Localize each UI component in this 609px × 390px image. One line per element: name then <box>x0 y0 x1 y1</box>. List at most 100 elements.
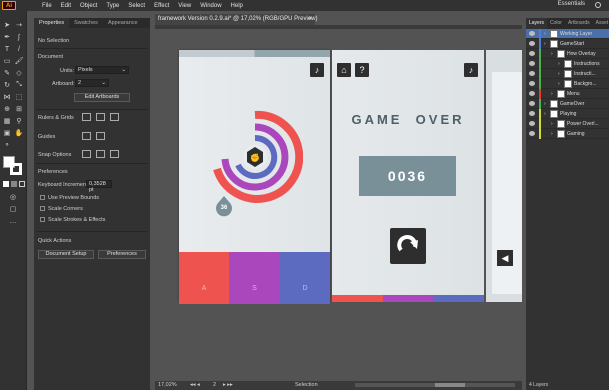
menu-effect[interactable]: Effect <box>154 3 169 9</box>
menu-type[interactable]: Type <box>106 3 119 9</box>
ruler-toggle-icon[interactable] <box>82 113 91 121</box>
scale-tool-icon[interactable]: ⤡ <box>15 81 23 89</box>
menu-help[interactable]: Help <box>231 3 243 9</box>
units-select[interactable]: Pixels ⌄ <box>75 66 129 74</box>
eye-icon[interactable] <box>529 131 535 136</box>
layer-row[interactable]: › Instructi... <box>526 69 609 79</box>
expand-arrow-icon[interactable]: › <box>558 81 560 87</box>
screen-mode-icon[interactable]: ▢ <box>9 205 17 213</box>
menu-window[interactable]: Window <box>200 3 221 9</box>
key-d-panel[interactable]: D <box>280 252 330 304</box>
close-icon[interactable]: × <box>308 14 312 25</box>
selection-tool-icon[interactable]: ➤ <box>3 21 11 29</box>
help-icon[interactable]: ? <box>355 63 369 77</box>
gradient-tool-icon[interactable]: ▦ <box>3 117 11 125</box>
tab-layers[interactable]: Layers <box>526 18 548 29</box>
guides-visibility-icon[interactable] <box>82 132 91 140</box>
eyedropper-tool-icon[interactable]: ⚲ <box>15 117 23 125</box>
expand-arrow-icon[interactable]: › <box>558 71 560 77</box>
scale-corners-checkbox[interactable] <box>40 206 45 211</box>
scrollbar-thumb[interactable] <box>435 383 465 387</box>
expand-arrow-icon[interactable]: › <box>544 41 546 47</box>
snap-to-point-icon[interactable] <box>82 150 91 158</box>
expand-arrow-icon[interactable]: › <box>558 61 560 67</box>
artboard-game-over[interactable]: ⌂ ? ♪ GAME OVER 0036 <box>332 50 485 302</box>
eye-icon[interactable] <box>529 81 535 86</box>
tab-artboards[interactable]: Artboards <box>565 18 593 29</box>
expand-arrow-icon[interactable]: › <box>544 101 546 107</box>
layer-row[interactable]: › Power Overl... <box>526 119 609 129</box>
hand-tool-icon[interactable]: ✋ <box>15 129 24 137</box>
document-tab[interactable]: framework Version 0.2.9.ai* @ 17,02% (RG… <box>155 14 317 25</box>
shape-builder-tool-icon[interactable]: ⊕ <box>3 105 11 113</box>
menu-object[interactable]: Object <box>80 3 97 9</box>
scale-strokes-checkbox[interactable] <box>40 217 45 222</box>
expand-arrow-icon[interactable]: › <box>551 91 553 97</box>
more-tools-icon[interactable]: … <box>9 217 17 225</box>
direct-selection-tool-icon[interactable]: ⇢ <box>15 21 23 29</box>
layer-row[interactable]: › GameOver <box>526 99 609 109</box>
layer-row[interactable]: › Gaming <box>526 129 609 139</box>
tab-swatches[interactable]: Swatches <box>69 18 103 28</box>
music-note-icon[interactable]: ♪ <box>464 63 478 77</box>
color-mode-icon[interactable] <box>3 181 9 187</box>
horizontal-scrollbar[interactable] <box>355 383 515 387</box>
perspective-grid-tool-icon[interactable]: ⊞ <box>15 105 23 113</box>
expand-arrow-icon[interactable]: › <box>544 111 546 117</box>
eye-icon[interactable] <box>529 31 535 36</box>
expand-arrow-icon[interactable]: › <box>551 131 553 137</box>
document-setup-button[interactable]: Document Setup <box>38 250 94 259</box>
search-icon[interactable] <box>595 2 601 8</box>
type-tool-icon[interactable]: T <box>3 45 11 53</box>
menu-edit[interactable]: Edit <box>61 3 71 9</box>
artboard-number[interactable]: 2 <box>213 382 216 388</box>
none-mode-icon[interactable] <box>19 181 25 187</box>
layer-row[interactable]: › Working Layer <box>526 29 609 39</box>
key-a-panel[interactable]: A <box>179 252 229 304</box>
eraser-tool-icon[interactable]: ◇ <box>15 69 23 77</box>
artboard-select[interactable]: 2 ⌄ <box>75 79 109 87</box>
tab-properties[interactable]: Properties <box>34 18 70 28</box>
workspace-switcher[interactable]: Essentials <box>558 1 585 7</box>
guides-lock-icon[interactable] <box>96 132 105 140</box>
layer-row[interactable]: › How Overlay <box>526 49 609 59</box>
snap-to-pixel-icon[interactable] <box>96 150 105 158</box>
eye-icon[interactable] <box>529 101 535 106</box>
stroke-swatch[interactable] <box>10 163 22 175</box>
use-preview-bounds-checkbox[interactable] <box>40 195 45 200</box>
pencil-tool-icon[interactable]: ✎ <box>3 69 11 77</box>
menu-file[interactable]: File <box>42 3 52 9</box>
artboard-instructions[interactable]: ◀ <box>486 50 522 302</box>
menu-select[interactable]: Select <box>128 3 145 9</box>
zoom-tool-icon[interactable]: ⚬ <box>3 141 11 149</box>
music-note-icon[interactable]: ♪ <box>310 63 324 77</box>
zoom-level[interactable]: 17,02% <box>158 382 177 388</box>
layer-row[interactable]: › Menu <box>526 89 609 99</box>
back-arrow-icon[interactable]: ◀ <box>497 250 513 266</box>
grid-toggle-icon[interactable] <box>96 113 105 121</box>
tab-color[interactable]: Color <box>547 18 565 29</box>
paintbrush-tool-icon[interactable]: 🖌 <box>15 57 24 65</box>
eye-icon[interactable] <box>529 71 535 76</box>
layer-row[interactable]: › Backgro... <box>526 79 609 89</box>
rotate-tool-icon[interactable]: ↻ <box>3 81 11 89</box>
preferences-button[interactable]: Preferences <box>98 250 146 259</box>
eye-icon[interactable] <box>529 51 535 56</box>
key-s-panel[interactable]: S <box>229 252 280 304</box>
menu-view[interactable]: View <box>178 3 191 9</box>
eye-icon[interactable] <box>529 121 535 126</box>
tab-asset[interactable]: Asset <box>593 18 609 29</box>
free-transform-tool-icon[interactable]: ⬚ <box>15 93 23 101</box>
artboard-nav-arrows[interactable]: ◂◂ ◂ <box>190 382 200 388</box>
eye-icon[interactable] <box>529 91 535 96</box>
line-tool-icon[interactable]: / <box>15 45 23 53</box>
expand-arrow-icon[interactable]: › <box>544 31 546 37</box>
curvature-tool-icon[interactable]: ∫ <box>15 33 23 41</box>
layer-row[interactable]: › Playing <box>526 109 609 119</box>
layer-row[interactable]: › GameStart <box>526 39 609 49</box>
replay-button[interactable] <box>390 228 426 264</box>
width-tool-icon[interactable]: ⋈ <box>3 93 11 101</box>
eye-icon[interactable] <box>529 41 535 46</box>
gradient-mode-icon[interactable] <box>11 181 17 187</box>
snap-to-glyph-icon[interactable] <box>110 150 119 158</box>
